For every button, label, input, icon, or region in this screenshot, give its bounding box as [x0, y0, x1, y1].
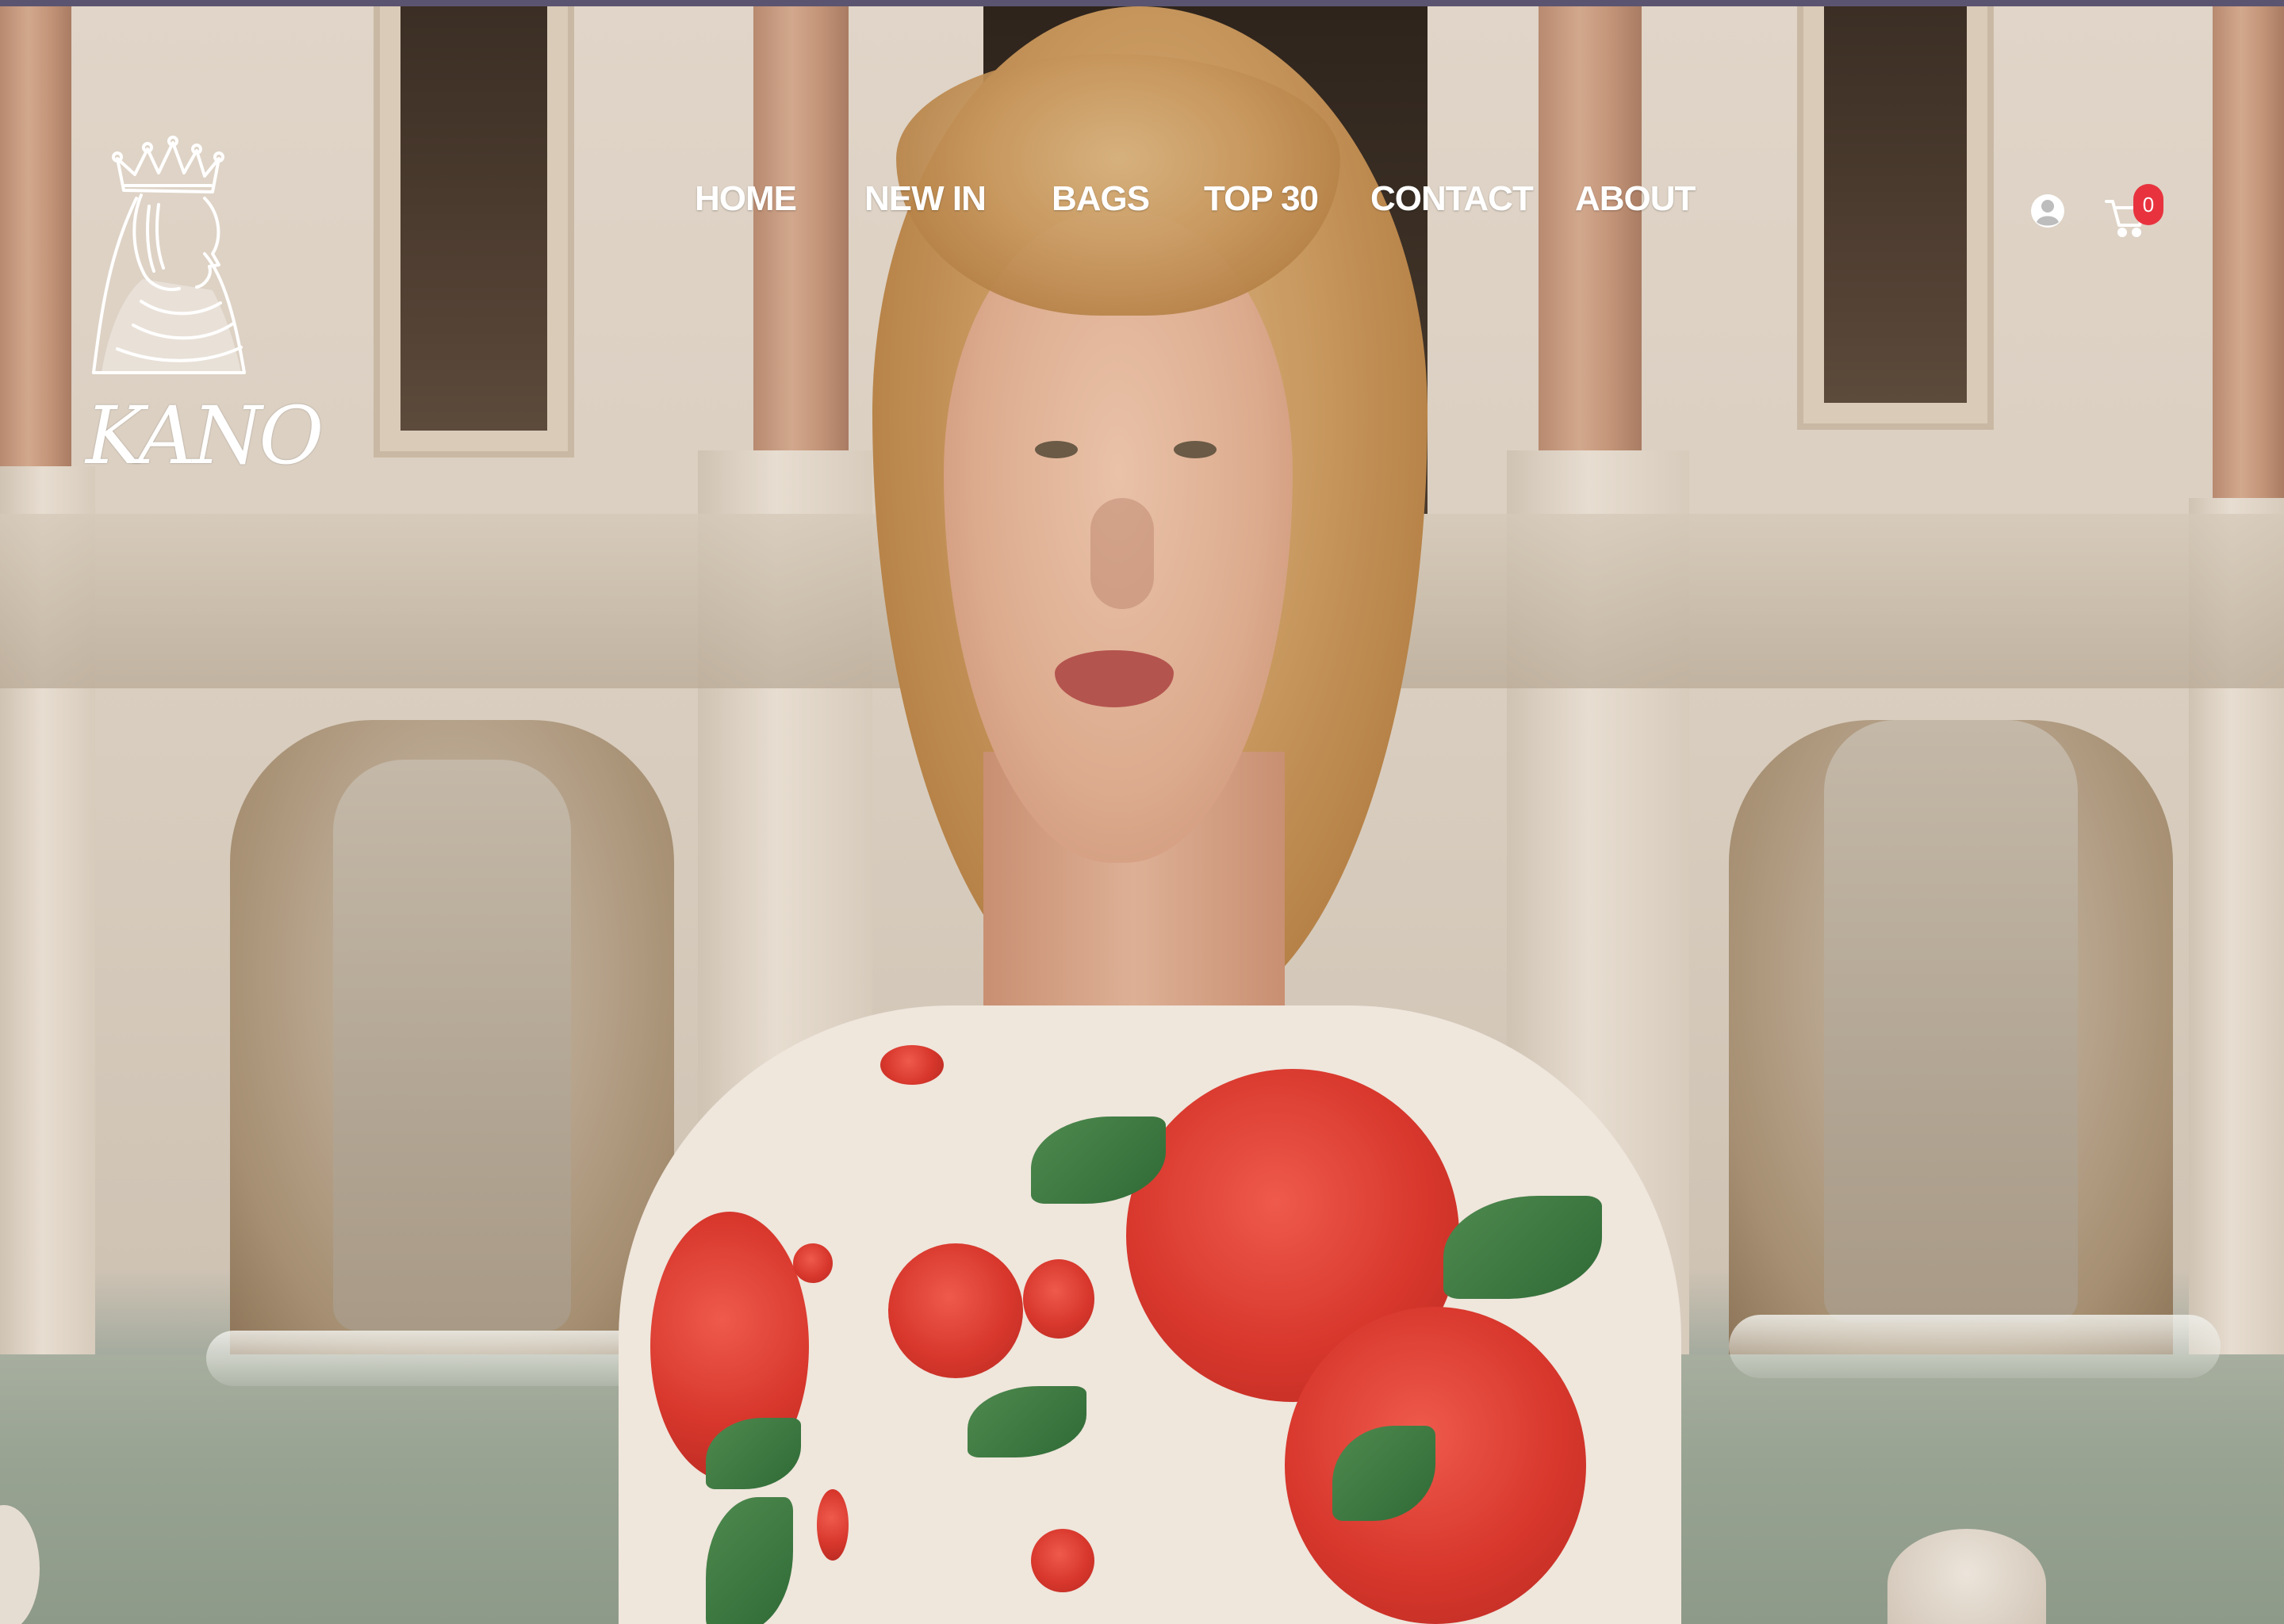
water-foam [1729, 1315, 2221, 1378]
pillar [0, 6, 71, 466]
cart-count-badge: 0 [2133, 184, 2163, 225]
brand-name: KANO [86, 389, 324, 482]
user-icon [2031, 194, 2064, 228]
model-nose [1090, 498, 1154, 609]
account-button[interactable] [2030, 186, 2065, 236]
sweater-rose [1285, 1307, 1586, 1624]
nav-contact[interactable]: CONTACT [1370, 179, 1534, 219]
pillar [753, 6, 849, 450]
hero-image [0, 6, 2284, 1624]
model-eye [1035, 441, 1078, 458]
top-strip [0, 0, 2284, 6]
nav-home[interactable]: HOME [695, 179, 797, 219]
water-foam [206, 1331, 650, 1386]
pillar [2213, 6, 2284, 498]
cart-button[interactable]: 0 [2103, 179, 2167, 243]
nav-bags[interactable]: BAGS [1052, 179, 1150, 219]
page: KANO HOME NEW IN BAGS TOP 30 CONTACT ABO… [0, 0, 2284, 1624]
sweater-rose [793, 1243, 833, 1283]
model-eye [1174, 441, 1217, 458]
nav-about[interactable]: ABOUT [1575, 179, 1696, 219]
nav-top-30[interactable]: TOP 30 [1204, 179, 1319, 219]
statue [1824, 720, 2078, 1323]
sweater-rose [1031, 1529, 1094, 1592]
window [400, 6, 547, 431]
sweater-rose [817, 1489, 849, 1561]
crowned-queen-icon [92, 136, 246, 374]
sweater-rose [1023, 1259, 1094, 1339]
window [1824, 6, 1967, 403]
nav-new-in[interactable]: NEW IN [864, 179, 987, 219]
sweater-rose [888, 1243, 1023, 1378]
sweater-rose [880, 1045, 944, 1085]
statue [333, 760, 571, 1331]
pillar [1539, 6, 1642, 450]
brand-logo[interactable]: KANO [86, 135, 324, 484]
